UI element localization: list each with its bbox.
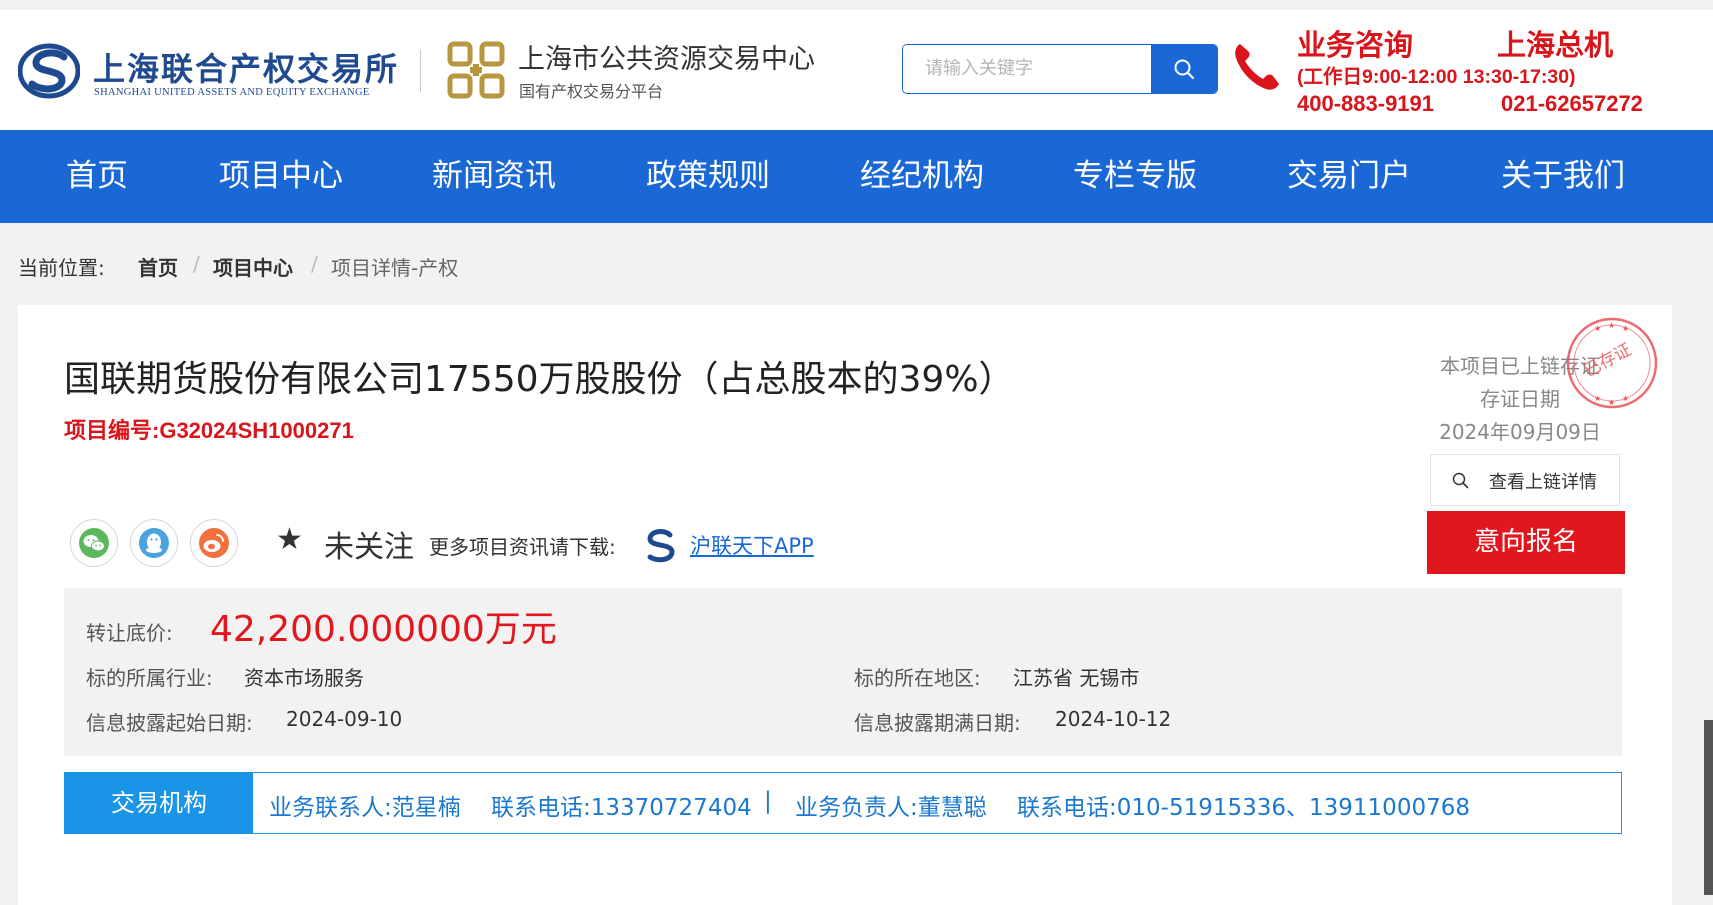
chain-date: 2024年09月09日	[1439, 420, 1601, 444]
search-input[interactable]	[903, 45, 1153, 91]
search-box	[902, 44, 1218, 94]
general-phone: 021-62657272	[1501, 91, 1643, 116]
region-value: 江苏省 无锡市	[1013, 666, 1140, 690]
download-prompt: 更多项目资讯请下载:	[429, 535, 616, 559]
nav-policy[interactable]: 政策规则	[646, 130, 770, 223]
project-code-value: G32024SH1000271	[159, 418, 354, 443]
nav-brokers[interactable]: 经纪机构	[860, 130, 984, 223]
disclosure-start-label: 信息披露起始日期:	[86, 711, 253, 735]
agency-divider: |	[764, 788, 772, 814]
industry-label: 标的所属行业:	[86, 666, 213, 690]
nav-news[interactable]: 新闻资讯	[432, 130, 556, 223]
disclosure-end-date: 2024-10-12	[1055, 707, 1172, 731]
breadcrumb-projects[interactable]: 项目中心	[213, 252, 293, 281]
search-icon	[1174, 59, 1195, 80]
breadcrumb-separator: /	[193, 252, 200, 276]
qq-share-button[interactable]	[130, 519, 178, 567]
general-title: 上海总机	[1497, 30, 1614, 62]
exchange-logo-icon[interactable]	[18, 40, 80, 102]
consult-phone: 400-883-9191	[1297, 91, 1435, 116]
weibo-share-button[interactable]	[190, 519, 238, 567]
main-nav: 首页 项目中心 新闻资讯 政策规则 经纪机构 专栏专版 交易门户 关于我们	[0, 130, 1713, 223]
disclosure-start-date: 2024-09-10	[286, 707, 403, 731]
weibo-icon	[199, 528, 229, 558]
phone-icon	[1235, 44, 1279, 90]
scrollbar-edge[interactable]	[1704, 720, 1713, 895]
svg-text:★: ★	[1594, 394, 1601, 403]
trading-agency-bar: 交易机构 业务联系人:范星楠 联系电话:13370727404 | 业务负责人:…	[64, 772, 1622, 834]
app-download-link[interactable]: 沪联天下APP	[690, 530, 814, 560]
logo-divider	[420, 50, 421, 92]
breadcrumb-current: 项目详情-产权	[331, 256, 459, 280]
breadcrumb-separator: /	[311, 252, 318, 276]
breadcrumb-home[interactable]: 首页	[138, 252, 178, 281]
exchange-name-en: SHANGHAI UNITED ASSETS AND EQUITY EXCHAN…	[94, 87, 370, 98]
region-label: 标的所在地区:	[854, 666, 981, 690]
service-hours: (工作日9:00-12:00 13:30-17:30)	[1297, 66, 1576, 88]
nav-portal[interactable]: 交易门户	[1287, 130, 1411, 223]
nav-about[interactable]: 关于我们	[1501, 130, 1625, 223]
contact-person: 业务联系人:范星楠	[269, 795, 461, 821]
svg-text:★: ★	[1622, 324, 1629, 333]
nav-columns[interactable]: 专栏专版	[1073, 130, 1197, 223]
consult-title: 业务咨询	[1297, 30, 1414, 62]
breadcrumb-label: 当前位置:	[18, 256, 105, 280]
manager-phone: 联系电话:010-51915336、13911000768	[1017, 795, 1470, 821]
follow-status[interactable]: 未关注	[324, 522, 414, 566]
project-code: 项目编号:G32024SH1000271	[64, 413, 354, 445]
wechat-share-button[interactable]	[70, 519, 118, 567]
manager-person: 业务负责人:董慧聪	[795, 795, 987, 821]
disclosure-end-label: 信息披露期满日期:	[854, 711, 1021, 735]
resource-center-name[interactable]: 上海市公共资源交易中心	[518, 37, 815, 76]
contact-phone: 联系电话:13370727404	[491, 795, 752, 821]
svg-text:★: ★	[1608, 321, 1615, 330]
register-interest-button[interactable]: 意向报名	[1427, 511, 1625, 574]
svg-text:★: ★	[1608, 398, 1615, 407]
wechat-icon	[79, 528, 109, 558]
transfer-price: 42,200.000000万元	[210, 609, 557, 650]
industry-value: 资本市场服务	[244, 666, 364, 690]
star-icon[interactable]: ★	[276, 522, 303, 557]
trading-agency-tag: 交易机构	[65, 773, 253, 833]
svg-text:★: ★	[1594, 324, 1601, 333]
nav-home[interactable]: 首页	[66, 130, 128, 223]
view-chain-details-label: 查看上链详情	[1489, 472, 1597, 493]
exchange-name-cn[interactable]: 上海联合产权交易所	[93, 44, 399, 90]
app-logo-icon	[647, 529, 675, 563]
project-title: 国联期货股份有限公司17550万股股份（占总股本的39%）	[64, 359, 1015, 400]
search-icon	[1452, 472, 1469, 489]
view-chain-details-button[interactable]: 查看上链详情	[1430, 454, 1620, 506]
resource-center-logo-icon[interactable]	[446, 40, 506, 100]
top-strip	[0, 0, 1713, 10]
project-code-label: 项目编号:	[64, 418, 160, 443]
svg-text:★: ★	[1622, 394, 1629, 403]
price-label: 转让底价:	[86, 621, 173, 645]
resource-center-subtitle: 国有产权交易分平台	[519, 82, 664, 101]
qq-icon	[139, 528, 169, 558]
nav-projects[interactable]: 项目中心	[219, 130, 343, 223]
search-button[interactable]	[1151, 45, 1217, 93]
